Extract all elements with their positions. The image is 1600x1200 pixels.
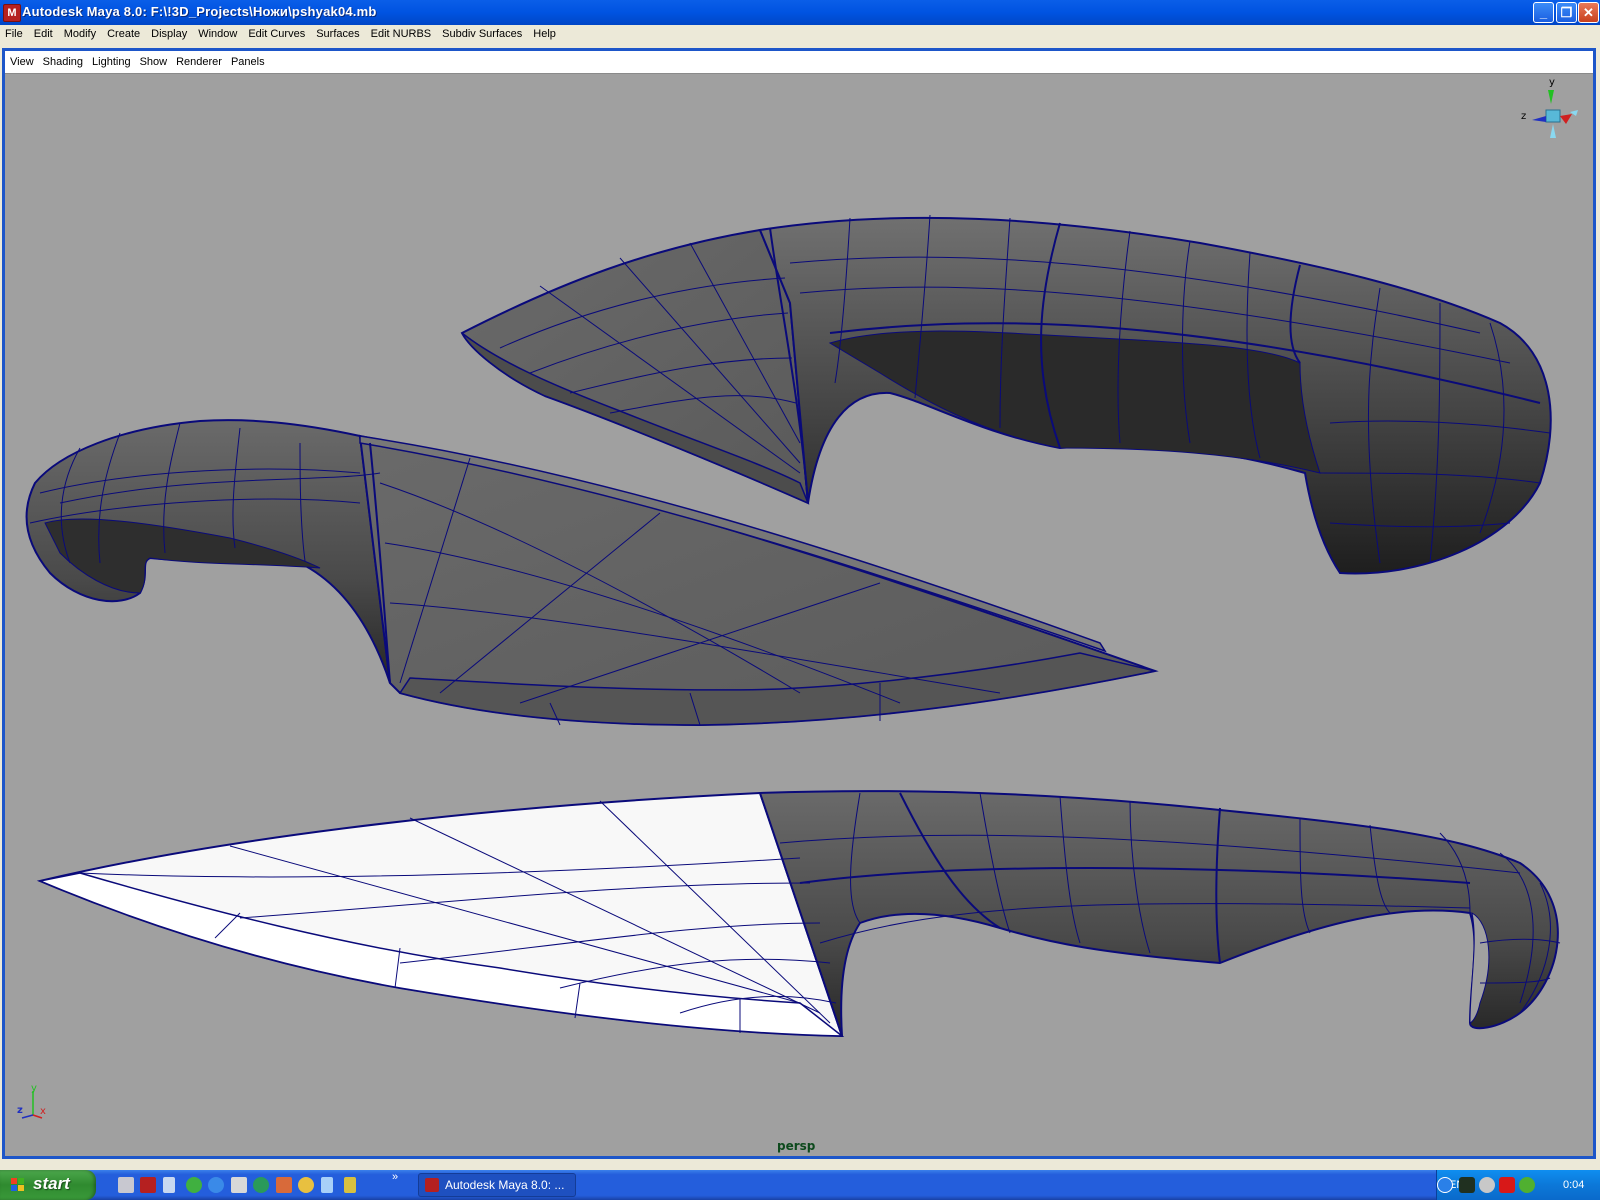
axis-z-label: z xyxy=(17,1105,23,1116)
menu-edit-nurbs[interactable]: Edit NURBS xyxy=(365,25,437,40)
knife-middle[interactable] xyxy=(25,419,1159,727)
panel-menu-lighting[interactable]: Lighting xyxy=(87,51,135,68)
close-button[interactable]: ✕ xyxy=(1578,2,1599,23)
globe-icon[interactable] xyxy=(298,1177,314,1193)
axis-y-label: y xyxy=(31,1083,37,1094)
cd-icon[interactable] xyxy=(1519,1177,1535,1193)
axis-x-label: x xyxy=(40,1106,46,1117)
title-bar: M Autodesk Maya 8.0: F:\!3D_Projects\Нож… xyxy=(0,0,1600,25)
panel-menu-shading[interactable]: Shading xyxy=(38,51,87,68)
knife-bottom-selected[interactable] xyxy=(36,790,1561,1038)
axis-triad: y z x xyxy=(17,1083,46,1119)
knife-bottom-handle xyxy=(758,790,1559,1037)
menu-subdiv-surfaces[interactable]: Subdiv Surfaces xyxy=(436,25,527,40)
taskbar: start » Autodesk Maya 8.0: ... EN 0:04 xyxy=(0,1170,1600,1200)
maya-icon[interactable]: M xyxy=(3,4,21,22)
menu-file[interactable]: File xyxy=(0,25,28,40)
taskbar-item-maya[interactable]: Autodesk Maya 8.0: ... xyxy=(418,1173,576,1197)
clock: 0:04 xyxy=(1563,1179,1585,1191)
network-icon[interactable] xyxy=(1479,1177,1495,1193)
start-button[interactable]: start xyxy=(0,1170,96,1200)
expand-arrow-icon[interactable] xyxy=(1437,1177,1453,1193)
knife-top-handle-groove xyxy=(828,330,1321,474)
viewcube-x-cone[interactable] xyxy=(1560,114,1572,124)
menu-modify[interactable]: Modify xyxy=(58,25,101,40)
panel-menubar: View Shading Lighting Show Renderer Panels xyxy=(5,51,1593,74)
panel-menu-show[interactable]: Show xyxy=(135,51,172,68)
view-cube[interactable]: y z xyxy=(1518,76,1588,146)
m-app-icon[interactable] xyxy=(231,1177,247,1193)
calculator-icon[interactable] xyxy=(163,1177,175,1193)
viewport-canvas[interactable]: y z y z x persp xyxy=(5,74,1593,1156)
camera-label: persp xyxy=(777,1139,816,1153)
start-label: start xyxy=(33,1174,70,1193)
menu-edit[interactable]: Edit xyxy=(28,25,58,40)
scene xyxy=(25,214,1561,1038)
taskbar-item-label: Autodesk Maya 8.0: ... xyxy=(445,1178,565,1192)
menu-edit-curves[interactable]: Edit Curves xyxy=(242,25,310,40)
menu-window[interactable]: Window xyxy=(192,25,242,40)
camera-icon[interactable] xyxy=(118,1177,134,1193)
leaf-icon[interactable] xyxy=(186,1177,202,1193)
quicklaunch-overflow-button[interactable]: » xyxy=(392,1171,398,1183)
panel-menu-panels[interactable]: Panels xyxy=(226,51,269,68)
menu-surfaces[interactable]: Surfaces xyxy=(310,25,364,40)
viewcube-z-cone[interactable] xyxy=(1532,116,1546,122)
maya-icon xyxy=(425,1178,439,1192)
four-icon[interactable] xyxy=(253,1177,269,1193)
window-title: Autodesk Maya 8.0: F:\!3D_Projects\Ножи\… xyxy=(22,4,377,19)
viewcube-y-label: y xyxy=(1549,77,1555,88)
panel-menu-view[interactable]: View xyxy=(5,51,38,68)
internet-explorer-icon[interactable] xyxy=(208,1177,224,1193)
menu-create[interactable]: Create xyxy=(101,25,145,40)
maya-icon[interactable] xyxy=(140,1177,156,1193)
panel-menu-renderer[interactable]: Renderer xyxy=(171,51,226,68)
viewcube-y-cone[interactable] xyxy=(1548,90,1554,104)
home-icon[interactable] xyxy=(276,1177,292,1193)
axis-z-line xyxy=(21,1114,34,1119)
viewcube-bottom-cone[interactable] xyxy=(1550,124,1556,138)
windows-flag-icon xyxy=(11,1178,24,1191)
tray-app-icon[interactable] xyxy=(1459,1177,1475,1193)
main-menubar: File Edit Modify Create Display Window Edit Cu… xyxy=(0,25,1600,46)
perspective-panel: View Shading Lighting Show Renderer Panels xyxy=(2,48,1596,1159)
kaspersky-icon[interactable] xyxy=(1499,1177,1515,1193)
restore-button[interactable]: ❐ xyxy=(1556,2,1577,23)
menu-help[interactable]: Help xyxy=(527,25,561,40)
system-tray: EN 0:04 xyxy=(1436,1170,1600,1200)
minimize-button[interactable]: _ xyxy=(1533,2,1554,23)
menu-display[interactable]: Display xyxy=(145,25,192,40)
tool-icon[interactable] xyxy=(344,1177,356,1193)
viewcube-z-label: z xyxy=(1521,111,1526,122)
viewcube-box[interactable] xyxy=(1545,109,1561,123)
notepad-icon[interactable] xyxy=(321,1177,333,1193)
